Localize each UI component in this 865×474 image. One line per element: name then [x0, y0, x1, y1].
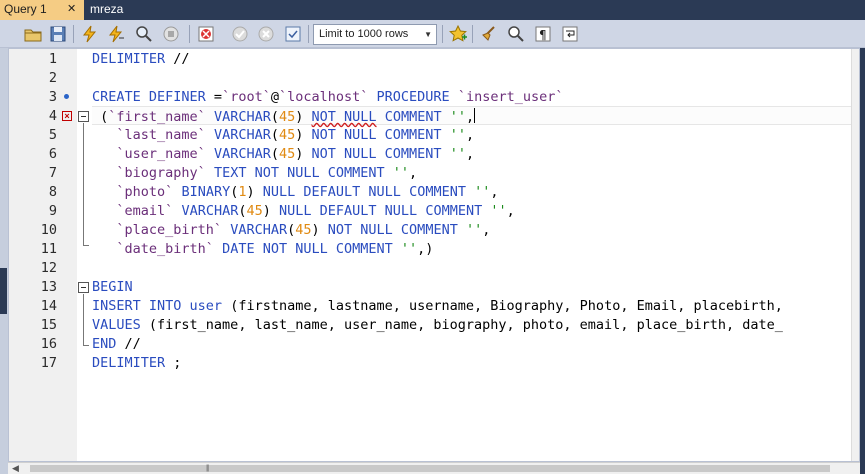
fold-guide — [83, 294, 84, 345]
dropdown-arrow-icon: ▼ — [424, 30, 432, 39]
horizontal-scrollbar[interactable]: ◀ ||| — [8, 462, 860, 474]
syntax-error-icon[interactable]: × — [62, 111, 72, 121]
rollback-icon[interactable] — [256, 24, 276, 44]
sql-editor-toolbar: Limit to 1000 rows ▼ ¶ — [0, 20, 865, 48]
code-line: CREATE DEFINER =`root`@`localhost` PROCE… — [92, 89, 564, 105]
commit-icon[interactable] — [230, 24, 250, 44]
toolbar-separator — [189, 25, 190, 43]
limit-rows-value: Limit to 1000 rows — [319, 28, 409, 40]
execute-current-icon[interactable] — [106, 24, 126, 44]
code-line: END // — [92, 336, 141, 352]
tab-query-1[interactable]: Query 1 ✕ — [0, 0, 84, 20]
line-number: 13 — [40, 279, 57, 295]
save-icon[interactable] — [48, 24, 68, 44]
scroll-left-arrow-icon[interactable]: ◀ — [12, 463, 19, 474]
code-line: BEGIN — [92, 279, 133, 295]
statement-marker-icon — [64, 94, 69, 99]
line-number: 5 — [48, 127, 57, 143]
code-line: DELIMITER ; — [92, 355, 182, 371]
line-number: 16 — [40, 336, 57, 352]
line-number: 12 — [40, 260, 57, 276]
code-line: (`first_name` VARCHAR(45) NOT NULL COMME… — [92, 108, 476, 125]
fold-guide-end — [83, 245, 89, 246]
text-caret — [474, 108, 476, 123]
toolbar-separator — [442, 25, 443, 43]
fold-toggle-icon[interactable] — [78, 282, 89, 293]
code-line: `date_birth` DATE NOT NULL COMMENT '',) — [116, 241, 434, 257]
code-line: `last_name` VARCHAR(45) NOT NULL COMMENT… — [116, 127, 475, 143]
scroll-grip-icon: ||| — [206, 465, 210, 472]
code-line: VALUES (first_name, last_name, user_name… — [92, 317, 783, 333]
execute-lightning-icon[interactable] — [80, 24, 100, 44]
code-line: `photo` BINARY(1) NULL DEFAULT NULL COMM… — [116, 184, 499, 200]
line-number: 4 — [48, 108, 57, 124]
fold-guide — [83, 123, 84, 245]
stop-icon[interactable] — [161, 24, 181, 44]
toolbar-separator — [308, 25, 309, 43]
sql-editor[interactable]: 1 2 3 4 5 6 7 8 9 10 11 12 13 14 15 16 1… — [8, 48, 860, 462]
word-wrap-icon[interactable] — [560, 24, 580, 44]
open-file-icon[interactable] — [23, 24, 43, 44]
line-number: 1 — [48, 51, 57, 67]
horizontal-scroll-thumb[interactable]: ||| — [30, 465, 830, 472]
code-line: `email` VARCHAR(45) NULL DEFAULT NULL CO… — [116, 203, 515, 219]
tab-strip: Query 1 ✕ mreza — [0, 0, 865, 20]
invisible-chars-icon[interactable]: ¶ — [533, 24, 553, 44]
tab-mreza[interactable]: mreza — [86, 0, 146, 20]
toolbar-separator — [73, 25, 74, 43]
code-line: INSERT INTO user (firstname, lastname, u… — [92, 298, 783, 314]
tab-label: Query 1 — [4, 2, 47, 16]
vertical-scrollbar[interactable] — [851, 49, 859, 461]
code-line: `biography` TEXT NOT NULL COMMENT '', — [116, 165, 418, 181]
find-magnifier-icon[interactable] — [506, 24, 526, 44]
code-line: `place_birth` VARCHAR(45) NOT NULL COMME… — [116, 222, 491, 238]
autocommit-toggle-icon[interactable] — [283, 24, 303, 44]
line-number: 17 — [40, 355, 57, 371]
svg-text:¶: ¶ — [539, 28, 547, 42]
beautify-broom-icon[interactable] — [479, 24, 499, 44]
code-line: DELIMITER // — [92, 51, 190, 67]
line-number: 6 — [48, 146, 57, 162]
line-number: 10 — [40, 222, 57, 238]
fold-guide-end — [83, 345, 89, 346]
explain-magnifier-icon[interactable] — [134, 24, 154, 44]
line-number: 2 — [48, 70, 57, 86]
limit-rows-select[interactable]: Limit to 1000 rows ▼ — [313, 24, 437, 45]
close-icon[interactable]: ✕ — [67, 0, 76, 19]
line-number: 3 — [48, 89, 57, 105]
toolbar-separator — [472, 25, 473, 43]
left-panel-edge — [0, 48, 8, 474]
line-number: 15 — [40, 317, 57, 333]
tab-label: mreza — [90, 2, 124, 16]
line-number: 9 — [48, 203, 57, 219]
code-line: `user_name` VARCHAR(45) NOT NULL COMMENT… — [116, 146, 475, 162]
left-panel-divider — [0, 268, 7, 314]
line-number: 14 — [40, 298, 57, 314]
fold-toggle-icon[interactable] — [78, 111, 89, 122]
add-snippet-star-icon[interactable] — [448, 24, 468, 44]
right-panel-edge — [860, 48, 865, 474]
stop-on-error-icon[interactable] — [196, 24, 216, 44]
line-number: 11 — [40, 241, 57, 257]
line-number: 7 — [48, 165, 57, 181]
line-number: 8 — [48, 184, 57, 200]
